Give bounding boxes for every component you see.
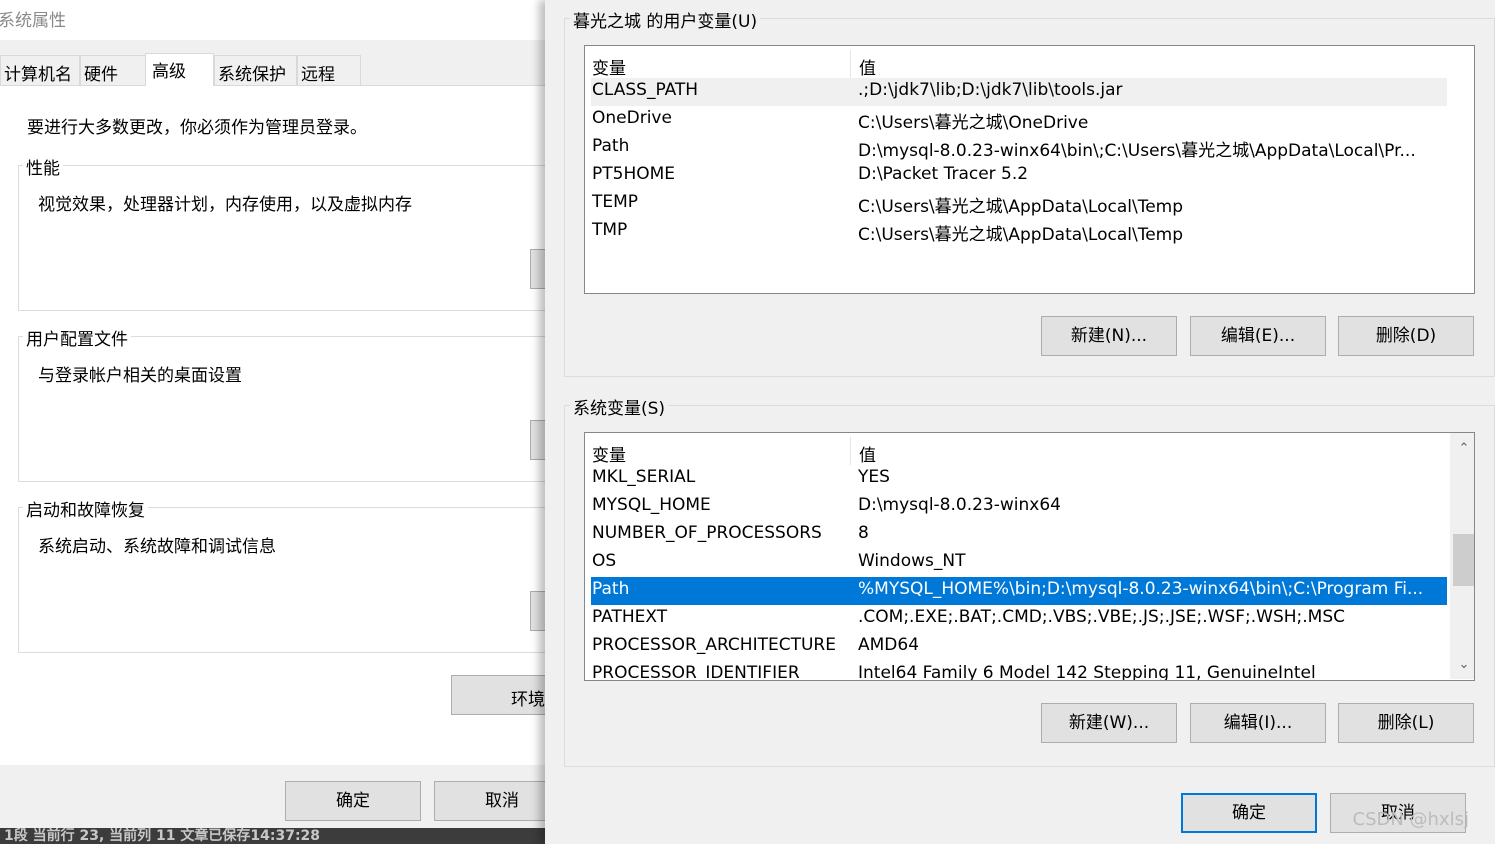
variable-name-cell: Path: [592, 579, 630, 599]
variable-value-cell: %MYSQL_HOME%\bin;D:\mysql-8.0.23-winx64\…: [858, 579, 1424, 599]
tab-advanced[interactable]: 高级: [145, 53, 214, 86]
table-row[interactable]: PROCESSOR_IDENTIFIER Intel64 Family 6 Mod…: [591, 661, 1447, 681]
tab-hardware[interactable]: 硬件: [80, 55, 146, 85]
system-properties-dialog: 系统属性 计算机名 硬件 高级 系统保护 远程 要进行大多数更改，你必须作为管理…: [0, 0, 545, 844]
startup-recovery-settings-button[interactable]: [530, 591, 545, 631]
performance-settings-button[interactable]: [530, 249, 545, 289]
variable-name-cell: OneDrive: [592, 108, 672, 128]
user-profiles-description: 与登录帐户相关的桌面设置: [38, 366, 242, 386]
admin-notice: 要进行大多数更改，你必须作为管理员登录。: [27, 118, 367, 138]
variable-name-cell: TMP: [592, 220, 628, 240]
variable-name-cell: PT5HOME: [592, 164, 676, 184]
status-bar-text: 1段 当前行 23, 当前列 11 文章已保存14:37:28: [4, 828, 321, 844]
list-header: 变量 值: [591, 437, 1447, 466]
column-header-value[interactable]: 值: [858, 437, 876, 466]
variable-value-cell: D:\mysql-8.0.23-winx64: [858, 495, 1061, 515]
table-row[interactable]: Path D:\mysql-8.0.23-winx64\bin\;C:\Users…: [591, 134, 1447, 162]
system-delete-button[interactable]: 删除(L): [1338, 703, 1474, 743]
list-header: 变量 值: [591, 50, 1447, 79]
user-profiles-title: 用户配置文件: [23, 325, 131, 350]
variable-value-cell: AMD64: [858, 635, 920, 655]
variable-value-cell: Intel64 Family 6 Model 142 Stepping 11, …: [858, 663, 1316, 681]
table-row[interactable]: TMP C:\Users\暮光之城\AppData\Local\Temp: [591, 218, 1447, 246]
variable-value-cell: 8: [858, 523, 869, 543]
scroll-up-arrow-icon[interactable]: ⌃: [1453, 439, 1474, 459]
startup-recovery-description: 系统启动、系统故障和调试信息: [38, 537, 276, 557]
variable-name-cell: PROCESSOR_ARCHITECTURE: [592, 635, 836, 655]
dialog-footer: 确定 取消: [0, 765, 545, 835]
system-variables-title: 系统变量(S): [570, 394, 669, 419]
column-divider[interactable]: [850, 437, 851, 465]
variable-name-cell: Path: [592, 136, 630, 156]
tab-system-protection[interactable]: 系统保护: [214, 55, 297, 85]
startup-recovery-group: [18, 507, 545, 653]
table-row[interactable]: OneDrive C:\Users\暮光之城\OneDrive: [591, 106, 1447, 134]
user-variables-list[interactable]: 变量 值 CLASS_PATH .;D:\jdk7\lib;D:\jdk7\lib…: [584, 45, 1475, 294]
user-variables-title: 暮光之城 的用户变量(U): [570, 7, 761, 32]
user-profiles-group: [18, 336, 545, 482]
scroll-down-arrow-icon[interactable]: ⌄: [1453, 655, 1474, 675]
variable-value-cell: YES: [858, 467, 890, 487]
variable-name-cell: PROCESSOR_IDENTIFIER: [592, 663, 800, 681]
variable-value-cell: C:\Users\暮光之城\AppData\Local\Temp: [858, 225, 1184, 245]
table-row[interactable]: MKL_SERIAL YES: [591, 465, 1447, 493]
variable-name-cell: TEMP: [592, 192, 639, 212]
variable-name-cell: MYSQL_HOME: [592, 495, 711, 515]
table-row[interactable]: PATHEXT .COM;.EXE;.BAT;.CMD;.VBS;.VBE;.JS…: [591, 605, 1447, 633]
scrollbar-thumb[interactable]: [1453, 534, 1474, 586]
table-row[interactable]: CLASS_PATH .;D:\jdk7\lib;D:\jdk7\lib\tool…: [591, 78, 1447, 106]
performance-group: [18, 165, 545, 311]
environment-variables-dialog: 暮光之城 的用户变量(U) 变量 值 CLASS_PATH .;D:\jdk7\l…: [545, 0, 1495, 844]
variable-name-cell: MKL_SERIAL: [592, 467, 696, 487]
column-header-variable[interactable]: 变量: [591, 437, 626, 466]
performance-description: 视觉效果，处理器计划，内存使用，以及虚拟内存: [38, 195, 412, 215]
variable-name-cell: CLASS_PATH: [592, 80, 699, 100]
vertical-scrollbar[interactable]: ⌃ ⌄: [1450, 433, 1474, 679]
variable-name-cell: PATHEXT: [592, 607, 668, 627]
table-row[interactable]: TEMP C:\Users\暮光之城\AppData\Local\Temp: [591, 190, 1447, 218]
variable-value-cell: .;D:\jdk7\lib;D:\jdk7\lib\tools.jar: [858, 80, 1123, 100]
column-header-variable[interactable]: 变量: [591, 50, 626, 79]
variable-name-cell: OS: [592, 551, 617, 571]
column-header-value[interactable]: 值: [858, 50, 876, 79]
dialog-title: 系统属性: [0, 11, 66, 31]
watermark: CSDN @hxlsj: [1352, 809, 1469, 830]
column-divider[interactable]: [850, 50, 851, 78]
performance-title: 性能: [23, 154, 63, 179]
user-new-button[interactable]: 新建(N)...: [1041, 316, 1177, 356]
table-row[interactable]: Path %MYSQL_HOME%\bin;D:\mysql-8.0.23-win…: [591, 577, 1447, 605]
startup-recovery-title: 启动和故障恢复: [23, 496, 148, 521]
table-row[interactable]: PT5HOME D:\Packet Tracer 5.2: [591, 162, 1447, 190]
system-edit-button[interactable]: 编辑(I)...: [1190, 703, 1326, 743]
variable-value-cell: D:\Packet Tracer 5.2: [858, 164, 1029, 184]
table-row[interactable]: OS Windows_NT: [591, 549, 1447, 577]
user-edit-button[interactable]: 编辑(E)...: [1190, 316, 1326, 356]
table-row[interactable]: MYSQL_HOME D:\mysql-8.0.23-winx64: [591, 493, 1447, 521]
environment-variables-label: 环境: [511, 690, 545, 710]
variable-value-cell: .COM;.EXE;.BAT;.CMD;.VBS;.VBE;.JS;.JSE;.…: [858, 607, 1346, 627]
user-delete-button[interactable]: 删除(D): [1338, 316, 1474, 356]
background-status-bar: 1段 当前行 23, 当前列 11 文章已保存14:37:28: [0, 828, 545, 844]
user-profiles-settings-button[interactable]: [530, 420, 545, 460]
variable-value-cell: C:\Users\暮光之城\AppData\Local\Temp: [858, 197, 1184, 217]
ok-button[interactable]: 确定: [285, 781, 421, 821]
environment-variables-button[interactable]: 环境: [451, 675, 545, 715]
variable-value-cell: C:\Users\暮光之城\OneDrive: [858, 113, 1089, 133]
variable-name-cell: NUMBER_OF_PROCESSORS: [592, 523, 822, 543]
table-row[interactable]: NUMBER_OF_PROCESSORS 8: [591, 521, 1447, 549]
tab-computer-name[interactable]: 计算机名: [0, 55, 80, 85]
tab-remote[interactable]: 远程: [297, 55, 361, 85]
env-ok-button[interactable]: 确定: [1181, 793, 1317, 833]
table-row[interactable]: PROCESSOR_ARCHITECTURE AMD64: [591, 633, 1447, 661]
cancel-button[interactable]: 取消: [434, 781, 545, 821]
tab-strip: 计算机名 硬件 高级 系统保护 远程: [0, 40, 545, 86]
system-new-button[interactable]: 新建(W)...: [1041, 703, 1177, 743]
tab-panel-advanced: 要进行大多数更改，你必须作为管理员登录。 性能 视觉效果，处理器计划，内存使用，…: [0, 85, 545, 765]
title-bar: 系统属性: [0, 0, 545, 40]
variable-value-cell: Windows_NT: [858, 551, 966, 571]
system-variables-list[interactable]: 变量 值 ⌃ ⌄ MKL_SERIAL YES MYSQL_HOME D:\mysql…: [584, 432, 1475, 681]
variable-value-cell: D:\mysql-8.0.23-winx64\bin\;C:\Users\暮光之…: [858, 141, 1416, 161]
